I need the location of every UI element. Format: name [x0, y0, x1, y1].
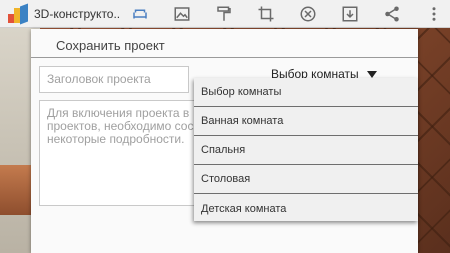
room-type-dropdown: Выбор комнаты Ванная комната Спальня Сто… [194, 78, 418, 221]
project-title-input[interactable]: Заголовок проекта [39, 66, 189, 93]
crop-icon[interactable] [252, 0, 280, 28]
dialog-title: Сохранить проект [56, 38, 165, 53]
share-icon[interactable] [378, 0, 406, 28]
download-icon[interactable] [336, 0, 364, 28]
dropdown-item-bathroom[interactable]: Ванная комната [194, 107, 418, 136]
paint-roller-icon[interactable] [210, 0, 238, 28]
close-circle-icon[interactable] [294, 0, 322, 28]
dropdown-item-dining-room[interactable]: Столовая [194, 165, 418, 194]
project-description-input[interactable]: Для включения проекта в проектов, необхо… [39, 100, 201, 206]
dropdown-item-bedroom[interactable]: Спальня [194, 136, 418, 165]
action-bar: 3D-конструкто.. [0, 0, 450, 28]
image-icon[interactable] [168, 0, 196, 28]
app-logo-icon[interactable] [6, 2, 30, 26]
overflow-menu-icon[interactable] [420, 0, 448, 28]
couch-icon[interactable] [126, 0, 154, 28]
dialog-divider [31, 57, 418, 58]
dropdown-item-kids-room[interactable]: Детская комната [194, 194, 418, 223]
description-placeholder: Для включения проекта в проектов, необхо… [47, 106, 194, 146]
dropdown-item-room-select[interactable]: Выбор комнаты [194, 78, 418, 107]
app-title: 3D-конструкто.. [34, 6, 120, 21]
dropdown-arrow-icon [366, 70, 377, 78]
